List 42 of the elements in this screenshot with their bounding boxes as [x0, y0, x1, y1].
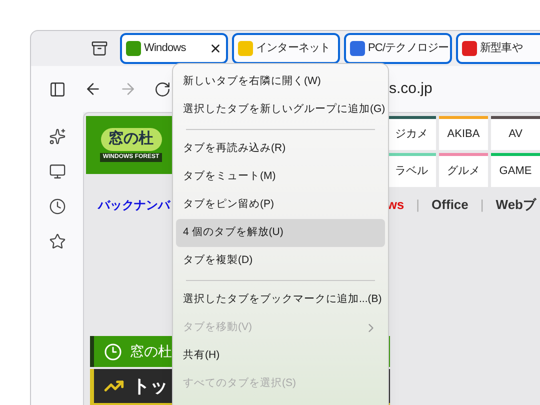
menu-item[interactable]: 選択したタブをブックマークに追加...(B)	[176, 286, 385, 314]
menu-item[interactable]: タブをミュート(M)	[176, 163, 385, 191]
banner-title: 窓の杜	[130, 342, 172, 361]
back-icon[interactable]	[84, 80, 102, 98]
browser-tab[interactable]: PC/テクノロジー	[344, 33, 452, 64]
tab-title: Windows	[144, 41, 186, 56]
tab-title: インターネット	[256, 41, 330, 56]
backnumber-link[interactable]: バックナンバ	[98, 196, 170, 214]
menu-item[interactable]: 選択したタブを新しいグループに追加(G)	[176, 96, 385, 124]
history-icon[interactable]	[48, 198, 66, 215]
nav-link[interactable]: Webブ	[496, 195, 536, 215]
browser-tab[interactable]: インターネット	[232, 33, 340, 64]
address-text[interactable]: s.co.jp	[389, 78, 432, 100]
category-tile[interactable]: ラベル	[387, 153, 436, 187]
menu-item[interactable]: タブを再読み込み(R)	[176, 135, 385, 163]
tab-groups-icon[interactable]	[91, 40, 108, 57]
clock-icon	[104, 342, 122, 360]
tab-title: 新型車や	[480, 40, 522, 56]
menu-item[interactable]: タブを複製(D)	[176, 247, 385, 275]
sidebar-toggle-icon[interactable]	[49, 80, 66, 98]
category-tile[interactable]: AV	[491, 116, 540, 150]
computer-icon[interactable]	[48, 163, 66, 180]
category-tile[interactable]: AKIBA	[439, 116, 488, 150]
category-tile[interactable]: ジカメ	[387, 116, 436, 150]
category-tile[interactable]: GAME	[491, 153, 540, 187]
nav-divider: |	[480, 196, 484, 214]
logo-title: 窓の杜	[100, 128, 162, 151]
nav-divider: |	[416, 196, 420, 214]
menu-item[interactable]: タブをピン留め(P)	[176, 191, 385, 219]
tab-title: PC/テクノロジー	[368, 41, 449, 56]
browser-tab[interactable]: Windows	[120, 33, 228, 64]
menu-item[interactable]: 4 個のタブを解放(U)	[176, 219, 385, 247]
bookmark-icon[interactable]	[48, 233, 66, 250]
sparkle-icon[interactable]	[48, 128, 66, 145]
menu-item[interactable]: 共有(H)	[176, 342, 385, 370]
browser-tab[interactable]: 新型車や	[456, 33, 540, 64]
reload-icon[interactable]	[154, 80, 171, 98]
category-tile[interactable]: グルメ	[439, 153, 488, 187]
close-icon[interactable]	[209, 42, 222, 55]
ranking-title: トッ	[132, 374, 168, 398]
nav-link[interactable]: Office	[432, 195, 468, 215]
menu-item[interactable]: 新しいタブを右隣に開く(W)	[176, 68, 385, 96]
